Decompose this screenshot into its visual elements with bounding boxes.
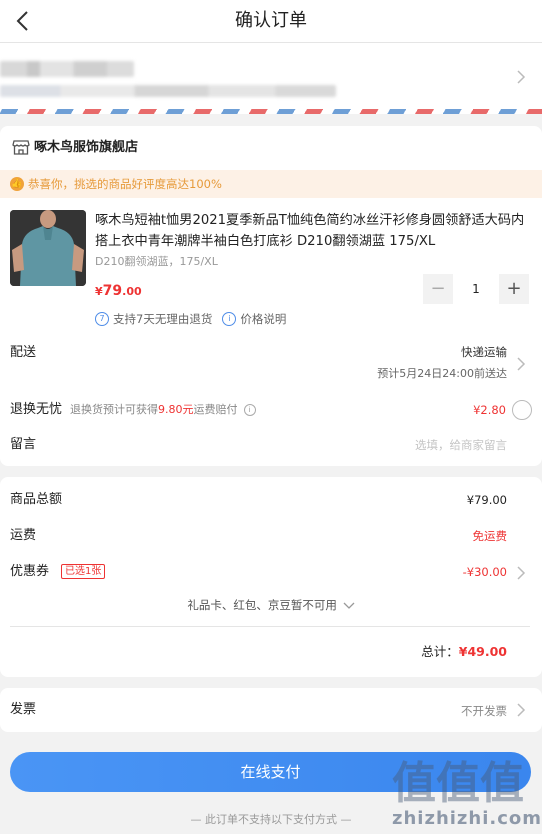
svg-text:值值值: 值值值 [392,758,524,806]
quantity-stepper: − 1 + [423,274,529,304]
chevron-right-icon[interactable] [516,703,526,717]
info-icon[interactable]: i [243,404,256,416]
product-thumbnail[interactable] [10,210,86,286]
quantity-value[interactable]: 1 [455,274,497,304]
chevron-right-icon[interactable] [516,566,526,580]
delivery-method[interactable]: 快递运输 [461,343,507,361]
return-desc-suffix: 运费赔付 [193,403,238,416]
return-service-radio[interactable] [512,400,532,420]
goods-total-value: ¥79.00 [466,493,507,507]
chevron-right-icon [517,70,526,84]
quantity-plus-button[interactable]: + [499,274,529,304]
address-detail-blurred [0,85,336,97]
gift-card-note[interactable]: 礼品卡、红包、京豆暂不可用 [0,596,542,614]
return-desc-prefix: 退换货预计可获得 [70,403,158,416]
seven-day-return-icon: 7 [95,312,109,326]
quantity-minus-button[interactable]: − [423,274,453,304]
chevron-left-icon [16,11,28,31]
address-name-blurred [0,61,134,77]
back-button[interactable] [10,8,36,34]
return-service-desc: 退换货预计可获得9.80元运费赔付 i [70,402,256,418]
product-title[interactable]: 啄木鸟短袖t恤男2021夏季新品T恤纯色简约冰丝汗衫修身圆领舒适大码内搭上衣中青… [95,210,527,252]
shipping-value: 免运费 [472,529,508,543]
product-price: ¥79.00 [95,282,142,301]
product-spec: D210翻领湖蓝，175/XL [95,255,218,268]
chevron-right-icon[interactable] [516,357,526,371]
price-int: 79 [102,283,123,299]
price-dec: .00 [122,285,142,298]
return-desc-amount: 9.80元 [158,403,194,416]
address-section[interactable] [0,43,542,111]
chevron-down-icon [343,602,355,609]
seven-day-return-text[interactable]: 支持7天无理由退货 [113,310,212,328]
message-label: 留言 [10,437,37,452]
goods-total-label: 商品总额 [10,492,63,507]
grand-total-value: ¥49.00 [458,644,507,659]
divider [10,626,530,627]
invoice-value[interactable]: 不开发票 [461,702,507,720]
watermark-logo: 值值值 [392,758,524,806]
delivery-eta: 预计5月24日24:00前送达 [377,367,507,380]
coupon-value[interactable]: -¥30.00 [463,563,507,581]
guarantee-row: 7 支持7天无理由退货 i 价格说明 [95,310,286,328]
price-explanation-link[interactable]: 价格说明 [240,310,286,328]
return-service-price: ¥2.80 [473,403,506,417]
invoice-label: 发票 [10,702,37,717]
shipping-label: 运费 [10,528,37,543]
store-icon [12,140,30,155]
grand-total: 总计：¥49.00 [421,643,507,661]
grand-total-label: 总计： [421,644,459,659]
return-service-label: 退换无忧 [10,402,63,417]
gift-card-note-text: 礼品卡、红包、京豆暂不可用 [187,598,337,612]
page-title: 确认订单 [235,10,307,31]
praise-banner-text: 恭喜你，挑选的商品好评度高达100% [28,177,222,191]
coupon-label: 优惠券 [10,564,50,579]
delivery-label: 配送 [10,345,37,360]
price-symbol: ¥ [95,285,103,298]
info-icon: i [222,312,237,326]
thumbs-up-icon: 👍 [10,177,24,191]
coupon-selected-badge[interactable]: 已选1张 [61,564,106,579]
store-name[interactable]: 啄木鸟服饰旗舰店 [34,138,138,158]
message-input[interactable]: 选填，给商家留言 [307,436,507,454]
watermark-text: zhizhizhi.com [392,808,542,829]
airmail-stripe [0,109,542,114]
